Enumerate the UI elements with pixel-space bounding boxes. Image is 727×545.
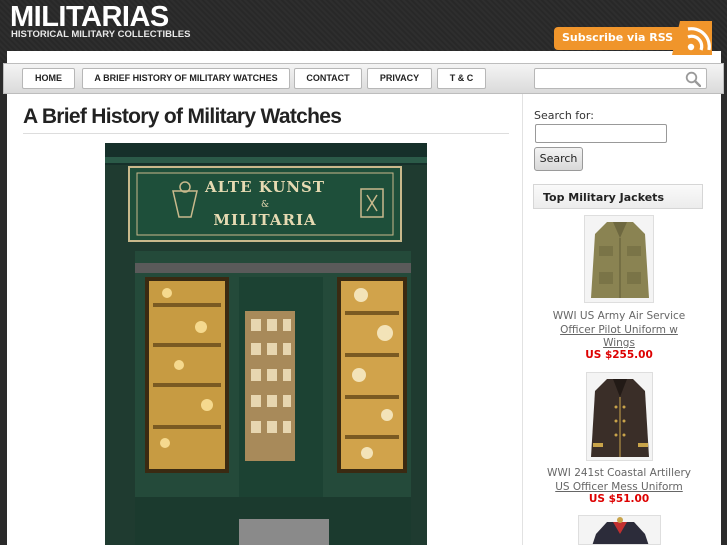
nav-home[interactable]: HOME	[22, 68, 75, 89]
product-2-line2[interactable]: US Officer Mess Uniform	[537, 481, 701, 495]
search-icon[interactable]	[685, 71, 701, 87]
product-2-line1[interactable]: WWI 241st Coastal Artillery	[537, 467, 701, 481]
product-price-1: US $255.00	[585, 349, 653, 361]
rss-icon	[672, 21, 712, 55]
nav-military-watches[interactable]: A BRIEF HISTORY OF MILITARY WATCHES	[82, 68, 290, 89]
product-image-coastal-artillery-uniform[interactable]	[586, 372, 653, 461]
post-title: A Brief History of Military Watches	[23, 105, 342, 128]
olive-jacket-illustration	[585, 216, 653, 302]
rss-label: Subscribe via RSS	[562, 31, 674, 44]
product-title-1[interactable]: WWI US Army Air Service Officer Pilot Un…	[537, 310, 701, 351]
top-jackets-heading: Top Military Jackets	[533, 184, 703, 209]
sidebar-divider	[522, 94, 523, 545]
sign-ampersand: &	[261, 200, 269, 210]
nav-terms[interactable]: T & C	[437, 68, 486, 89]
product-image-airservice-uniform[interactable]	[584, 215, 654, 303]
product-price-2: US $51.00	[588, 493, 650, 505]
dark-jacket-illustration	[587, 373, 652, 460]
main-nav: HOME A BRIEF HISTORY OF MILITARY WATCHES…	[3, 63, 724, 94]
nav-contact[interactable]: CONTACT	[294, 68, 362, 89]
jacket-illustration-3	[579, 516, 660, 544]
sidebar-search-input[interactable]	[535, 124, 667, 143]
product-1-line1[interactable]: WWI US Army Air Service	[537, 310, 701, 324]
product-image-3[interactable]	[578, 515, 661, 545]
shopfront-illustration: ALTE KUNST & MILITARIA	[105, 143, 427, 545]
nav-privacy[interactable]: PRIVACY	[367, 68, 432, 89]
sign-text-line2: MILITARIA	[213, 211, 316, 229]
title-divider	[23, 133, 509, 134]
sign-text-line1: ALTE KUNST	[204, 178, 325, 196]
shopfront-photo: ALTE KUNST & MILITARIA	[105, 143, 427, 545]
header-search-field[interactable]	[534, 68, 707, 89]
site-tagline: HISTORICAL MILITARY COLLECTIBLES	[11, 29, 191, 40]
subscribe-rss-button[interactable]: Subscribe via RSS	[554, 21, 712, 55]
product-1-line2[interactable]: Officer Pilot Uniform w	[537, 324, 701, 338]
sidebar-search-label: Search for:	[534, 109, 594, 122]
product-title-2[interactable]: WWI 241st Coastal Artillery US Officer M…	[537, 467, 701, 494]
sidebar-search-button[interactable]: Search	[534, 147, 583, 171]
